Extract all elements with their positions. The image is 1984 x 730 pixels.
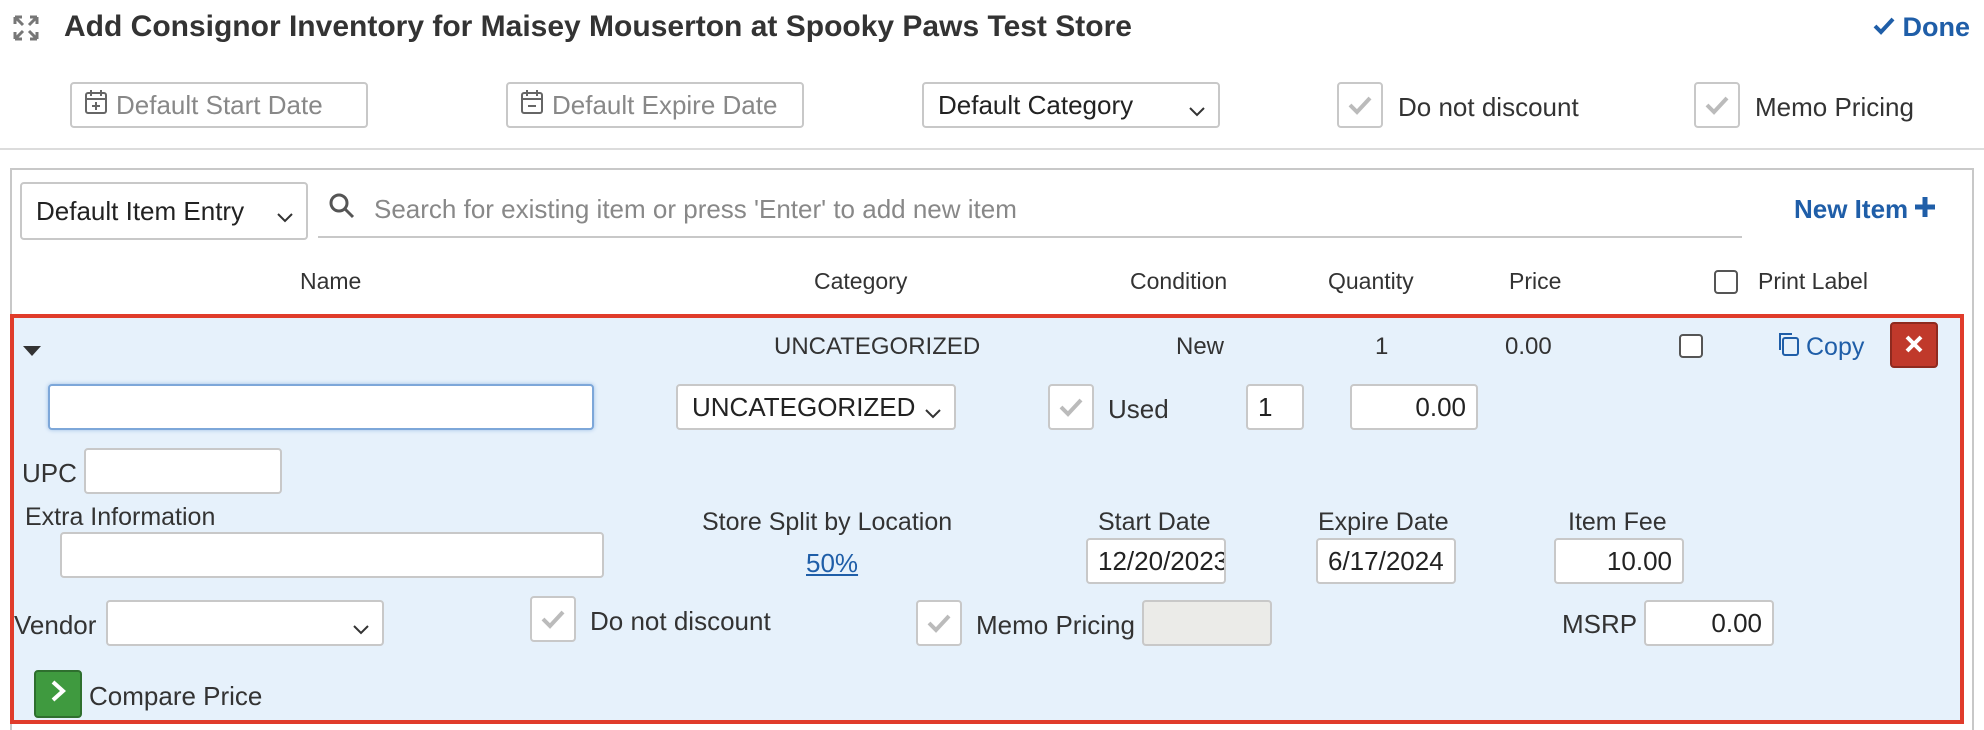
calendar-minus-icon	[520, 89, 544, 122]
default-expire-date-input[interactable]: Default Expire Date	[506, 82, 804, 128]
memo-pricing-checkbox[interactable]	[1694, 82, 1740, 128]
print-label-checkbox[interactable]	[1679, 334, 1703, 358]
item-fee-input[interactable]: 10.00	[1554, 538, 1684, 584]
do-not-discount-label: Do not discount	[1398, 92, 1579, 122]
vendor-select[interactable]	[106, 600, 384, 646]
compare-price-toggle[interactable]	[34, 670, 82, 718]
item-row	[10, 314, 1964, 724]
chevron-right-icon	[50, 680, 66, 709]
do-not-discount-checkbox[interactable]	[1337, 82, 1383, 128]
item-summary-condition: New	[1176, 333, 1225, 360]
column-header-quantity: Quantity	[1328, 268, 1414, 294]
page-title: Add Consignor Inventory for Maisey Mouse…	[64, 10, 1132, 43]
copy-icon	[1776, 331, 1800, 364]
item-search-bar[interactable]: Search for existing item or press 'Enter…	[318, 182, 1742, 238]
memo-pricing-label: Memo Pricing	[1755, 92, 1914, 122]
default-expire-date-placeholder: Default Expire Date	[552, 89, 778, 120]
start-date-value: 12/20/2023	[1098, 545, 1226, 576]
msrp-label: MSRP	[1562, 609, 1638, 639]
item-fee-label: Item Fee	[1568, 508, 1667, 536]
column-header-condition: Condition	[1130, 268, 1228, 294]
item-entry-mode-select[interactable]: Default Item Entry	[20, 182, 308, 240]
default-category-value: Default Category	[938, 89, 1134, 120]
item-entry-mode-value: Default Item Entry	[36, 195, 245, 226]
item-fee-value: 10.00	[1606, 545, 1672, 576]
default-start-date-input[interactable]: Default Start Date	[70, 82, 368, 128]
item-summary-quantity: 1	[1375, 333, 1389, 360]
start-date-label: Start Date	[1098, 508, 1211, 536]
item-quantity-input[interactable]: 1	[1246, 384, 1304, 430]
copy-label: Copy	[1806, 333, 1865, 361]
item-quantity-value: 1	[1258, 391, 1273, 422]
vendor-label: Vendor	[14, 610, 97, 640]
copy-button[interactable]: Copy	[1776, 331, 1864, 364]
upc-input[interactable]	[84, 448, 282, 494]
expire-date-label: Expire Date	[1318, 508, 1449, 536]
expire-date-value: 6/17/2024	[1328, 545, 1444, 576]
used-checkbox[interactable]	[1048, 384, 1094, 430]
item-price-input[interactable]: 0.00	[1350, 384, 1478, 430]
print-label-all-checkbox[interactable]	[1714, 270, 1738, 294]
search-input-placeholder: Search for existing item or press 'Enter…	[374, 193, 1017, 224]
column-header-print-label: Print Label	[1758, 268, 1868, 294]
compare-price-label: Compare Price	[89, 681, 263, 711]
item-category-value: UNCATEGORIZED	[692, 391, 916, 422]
msrp-input[interactable]: 0.00	[1644, 600, 1774, 646]
close-icon	[1905, 331, 1923, 360]
used-label: Used	[1108, 394, 1169, 424]
done-button[interactable]: Done	[1873, 12, 1971, 43]
column-header-category: Category	[814, 268, 908, 294]
store-split-link[interactable]: 50%	[806, 548, 858, 579]
store-split-label: Store Split by Location	[702, 508, 953, 536]
item-memo-pricing-label: Memo Pricing	[976, 610, 1135, 640]
memo-pricing-input[interactable]	[1142, 600, 1272, 646]
chevron-down-icon	[924, 398, 942, 419]
item-memo-pricing-checkbox[interactable]	[916, 600, 962, 646]
column-header-price: Price	[1509, 268, 1562, 294]
extra-information-label: Extra Information	[25, 503, 216, 531]
search-icon	[328, 192, 356, 227]
default-category-select[interactable]: Default Category	[922, 82, 1220, 128]
plus-icon	[1914, 194, 1936, 225]
column-header-name: Name	[300, 268, 362, 294]
msrp-value: 0.00	[1711, 607, 1762, 638]
default-start-date-placeholder: Default Start Date	[116, 89, 323, 120]
item-do-not-discount-checkbox[interactable]	[530, 596, 576, 642]
done-label: Done	[1902, 12, 1971, 42]
caret-down-icon[interactable]	[22, 336, 42, 365]
new-item-label: New Item	[1794, 194, 1909, 224]
new-item-button[interactable]: New Item	[1794, 194, 1936, 225]
item-summary-price: 0.00	[1505, 333, 1552, 360]
chevron-down-icon	[352, 614, 370, 635]
start-date-input[interactable]: 12/20/2023	[1086, 538, 1226, 584]
item-category-select[interactable]: UNCATEGORIZED	[676, 384, 956, 430]
item-summary-category: UNCATEGORIZED	[774, 333, 981, 360]
header-bar: Add Consignor Inventory for Maisey Mouse…	[0, 0, 1984, 150]
item-do-not-discount-label: Do not discount	[590, 606, 771, 636]
expire-date-input[interactable]: 6/17/2024	[1316, 538, 1456, 584]
upc-label: UPC	[22, 458, 77, 488]
extra-information-input[interactable]	[60, 532, 604, 578]
item-price-value: 0.00	[1415, 391, 1466, 422]
calendar-plus-icon	[84, 89, 108, 122]
item-name-input[interactable]	[48, 384, 594, 430]
checkmark-icon	[1873, 12, 1895, 43]
chevron-down-icon	[1188, 96, 1206, 117]
expand-icon[interactable]	[12, 14, 40, 42]
chevron-down-icon	[276, 202, 294, 223]
delete-item-button[interactable]	[1890, 322, 1938, 368]
